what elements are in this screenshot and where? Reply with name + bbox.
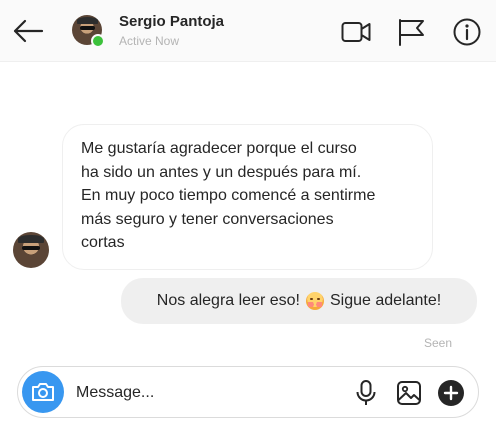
message-line: Me gustaría agradecer porque el curso <box>81 140 357 157</box>
microphone-icon <box>356 380 376 405</box>
online-status-dot <box>91 34 105 48</box>
incoming-message: Me gustaría agradecer porque el curso ha… <box>62 124 433 270</box>
camera-icon <box>32 383 54 401</box>
video-camera-icon <box>341 22 371 42</box>
camera-button[interactable] <box>22 371 64 413</box>
report-button[interactable] <box>397 17 427 47</box>
message-line: más seguro y tener conversaciones <box>81 210 334 228</box>
message-line: cortas <box>81 234 125 251</box>
arrow-left-icon <box>13 19 44 43</box>
message-input[interactable] <box>76 379 336 407</box>
smiling-face-emoji-icon <box>305 292 324 310</box>
message-text: Nos alegra leer eso! <box>156 292 300 309</box>
info-icon <box>453 18 481 46</box>
details-button[interactable] <box>452 17 482 47</box>
flag-icon <box>399 19 424 46</box>
message-composer <box>17 366 479 418</box>
chat-header: Sergio Pantoja Active Now <box>0 0 496 62</box>
add-content-button[interactable] <box>437 379 465 407</box>
voice-message-button[interactable] <box>352 379 380 407</box>
video-call-button[interactable] <box>341 17 371 47</box>
message-line: ha sido un antes y un después para mí. <box>81 163 362 181</box>
message-avatar[interactable] <box>13 232 49 268</box>
message-line: En muy poco tiempo comencé a sentirme <box>81 187 376 204</box>
gallery-button[interactable] <box>395 379 423 407</box>
image-icon <box>397 381 421 405</box>
plus-circle-icon <box>438 380 464 406</box>
message-text: Sigue adelante! <box>329 292 442 309</box>
user-name[interactable]: Sergio Pantoja <box>119 13 224 30</box>
seen-receipt: Seen <box>424 336 453 350</box>
outgoing-message: Nos alegra leer eso! Sigue adelante! <box>121 278 477 324</box>
back-button[interactable] <box>10 16 46 46</box>
active-status: Active Now <box>119 34 180 48</box>
